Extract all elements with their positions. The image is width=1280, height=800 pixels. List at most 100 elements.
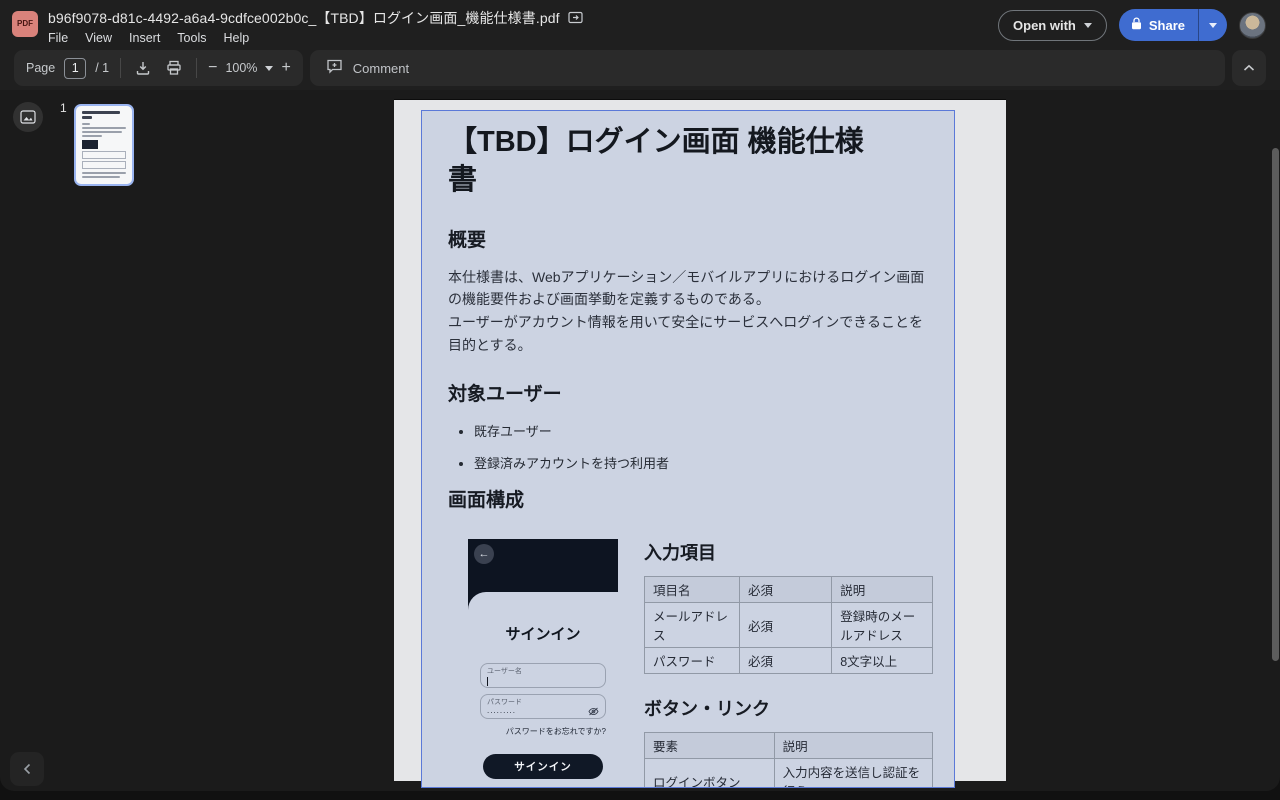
share-button[interactable]: Share: [1118, 9, 1198, 41]
document-content: 【TBD】ログイン画面 機能仕様書 概要 本仕様書は、Webアプリケーション／モ…: [421, 110, 955, 788]
login-screen-mockup: ← サインイン ユーザー名 パスワード ......... パスワードをお忘れで…: [468, 539, 618, 787]
thumbnail-preview: [82, 127, 126, 129]
menu-tools[interactable]: Tools: [177, 31, 206, 45]
pdf-file-icon: PDF: [12, 10, 38, 37]
table-cell: 入力内容を送信し認証を行う: [773, 758, 934, 787]
top-bar: PDF b96f9078-d81c-4492-a6a4-9cdfce002b0c…: [0, 0, 1280, 50]
comment-button[interactable]: Comment: [309, 50, 1225, 86]
list-item: 既存ユーザー: [474, 421, 928, 440]
page-controls-group: Page 1 / 1 − 100% +: [14, 50, 303, 86]
table-row: ログインボタン 入力内容を送信し認証を行う: [644, 758, 934, 787]
table-row: パスワード 必須 8文字以上: [643, 647, 933, 675]
overview-paragraph-1: 本仕様書は、Webアプリケーション／モバイルアプリにおけるログイン画面の機能要件…: [448, 268, 925, 308]
column-header: 説明: [831, 576, 933, 604]
mockup-password-field: パスワード .........: [480, 694, 606, 721]
mockup-header-curve: [468, 592, 618, 611]
share-label: Share: [1148, 17, 1185, 33]
table-cell: 登録時のメールアドレス: [831, 602, 933, 649]
table-row: メールアドレス 必須 登録時のメールアドレス: [643, 602, 933, 649]
pdf-page: 【TBD】ログイン画面 機能仕様書 概要 本仕様書は、Webアプリケーション／モ…: [394, 100, 1006, 788]
spec-tables-column: 入力項目 項目名 必須 説明 メールアドレス 必須 登録時のメールアドレス パス…: [643, 539, 934, 787]
column-header: 要素: [644, 732, 775, 760]
column-header: 項目名: [643, 576, 741, 604]
heading-buttons-links: ボタン・リンク: [644, 699, 770, 720]
page-label: Page: [26, 61, 56, 75]
thumbnail-preview: [82, 151, 126, 159]
comment-icon: [326, 58, 343, 79]
bottom-strip: [0, 791, 1280, 800]
table-cell: パスワード: [643, 647, 741, 675]
menu-insert[interactable]: Insert: [129, 31, 160, 45]
thumbnail-preview: [82, 140, 98, 149]
input-items-table: 項目名 必須 説明 メールアドレス 必須 登録時のメールアドレス パスワード 必…: [643, 576, 933, 675]
divider: [120, 58, 122, 78]
page-thumbnail[interactable]: [74, 104, 134, 186]
chevron-down-icon: [1209, 22, 1217, 28]
thumbnail-preview: [82, 123, 90, 125]
mockup-forgot-password-link: パスワードをお忘れですか?: [505, 727, 606, 737]
table-cell: メールアドレス: [643, 602, 741, 649]
page-number-input[interactable]: 1: [64, 57, 87, 79]
share-dropdown-button[interactable]: [1198, 9, 1227, 41]
menu-view[interactable]: View: [85, 31, 112, 45]
mockup-signin-title: サインイン: [505, 626, 581, 644]
thumbnail-preview: [82, 176, 120, 178]
thumbnail-preview: [82, 116, 92, 119]
thumbnail-view-toggle[interactable]: [13, 102, 43, 132]
mockup-header: ←: [468, 539, 618, 593]
zoom-in-button[interactable]: +: [281, 60, 290, 76]
zoom-controls: − 100% +: [208, 60, 291, 76]
menu-help[interactable]: Help: [223, 31, 249, 45]
collapse-sidebar-button[interactable]: [10, 752, 44, 786]
chevron-down-icon: [1083, 22, 1092, 28]
list-item: 登録済みアカウントを持つ利用者: [474, 453, 928, 472]
thumbnail-preview: [82, 111, 120, 114]
password-dots: .........: [487, 706, 517, 716]
thumbnail-page-number: 1: [60, 101, 67, 115]
heading-screen-layout: 画面構成: [448, 490, 525, 512]
pdf-toolbar: Page 1 / 1 − 100% + Comment: [0, 50, 1280, 90]
table-cell: ログインボタン: [644, 758, 775, 787]
back-arrow-icon: ←: [474, 544, 494, 565]
text-caret: [487, 677, 488, 687]
divider: [196, 58, 198, 78]
table-cell: 必須: [739, 602, 833, 649]
mockup-username-field: ユーザー名: [480, 663, 606, 689]
menu-file[interactable]: File: [48, 31, 68, 45]
eye-off-icon: [588, 703, 599, 721]
vertical-scrollbar[interactable]: [1272, 148, 1279, 661]
menu-bar: File View Insert Tools Help: [48, 31, 583, 45]
document-viewer: 1 【TBD】ログイン画面 機能仕様書 概要 本仕様書は、Webアプリケーション…: [0, 90, 1280, 791]
collapse-toolbar-button[interactable]: [1232, 50, 1266, 86]
page-total-label: / 1: [95, 61, 110, 75]
thumbnail-preview: [82, 131, 122, 133]
zoom-out-button[interactable]: −: [208, 60, 217, 76]
share-split-button: Share: [1118, 9, 1227, 41]
mockup-signin-button: サインイン: [483, 754, 603, 780]
thumbnail-preview: [82, 161, 126, 169]
column-header: 必須: [739, 576, 833, 604]
zoom-dropdown-icon[interactable]: [265, 65, 274, 71]
document-title: 【TBD】ログイン画面 機能仕様書: [448, 126, 864, 197]
heading-overview: 概要: [448, 229, 487, 251]
account-avatar[interactable]: [1239, 11, 1266, 39]
thumbnail-preview: [82, 172, 126, 174]
heading-input-items: 入力項目: [644, 543, 716, 564]
print-icon[interactable]: [163, 57, 185, 79]
download-icon[interactable]: [132, 57, 154, 79]
target-users-list: 既存ユーザー 登録済みアカウントを持つ利用者: [474, 421, 928, 472]
table-cell: 必須: [739, 647, 833, 675]
comment-label: Comment: [352, 60, 410, 76]
lock-icon: [1131, 17, 1142, 33]
username-label: ユーザー名: [487, 668, 522, 676]
buttons-links-table: 要素 説明 ログインボタン 入力内容を送信し認証を行う パスワードを忘れた場合 …: [644, 732, 934, 787]
zoom-level-value[interactable]: 100%: [225, 61, 257, 75]
thumbnail-preview: [82, 135, 102, 137]
column-header: 説明: [773, 732, 934, 760]
table-header-row: 要素 説明: [644, 732, 934, 760]
move-to-folder-icon[interactable]: [567, 11, 583, 24]
open-with-button[interactable]: Open with: [998, 9, 1107, 41]
file-title: b96f9078-d81c-4492-a6a4-9cdfce002b0c_【TB…: [48, 9, 560, 26]
overview-paragraph-2: ユーザーがアカウント情報を用いて安全にサービスへログインできることを目的とする。: [448, 313, 924, 353]
open-with-label: Open with: [1013, 17, 1076, 33]
